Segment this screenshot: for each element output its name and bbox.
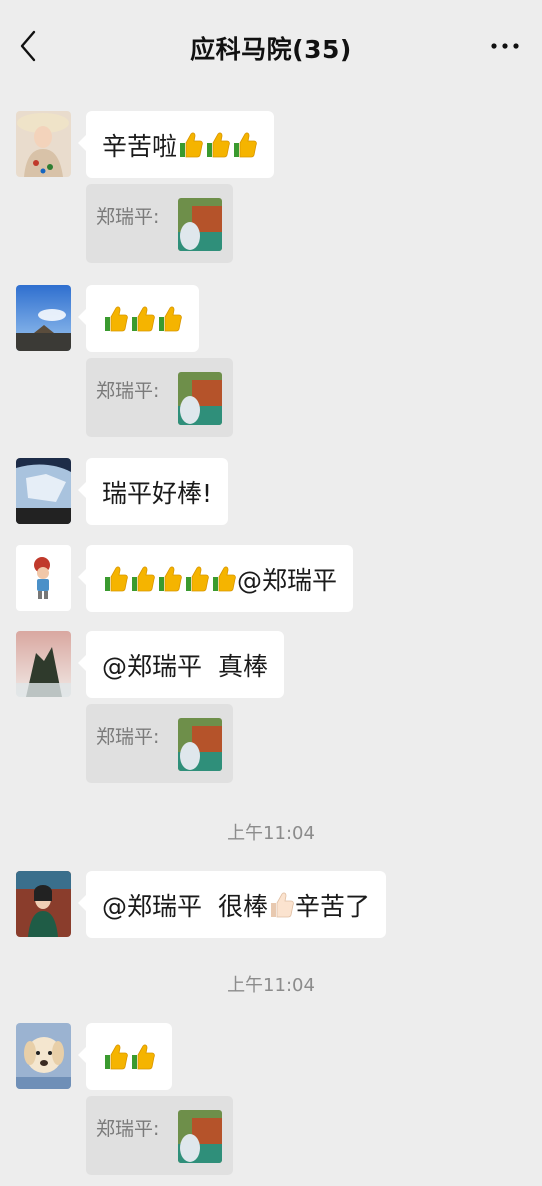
thumbs-up-emoji	[102, 305, 128, 333]
message-text: 瑞平好棒!	[102, 478, 213, 508]
quoted-message[interactable]: 郑瑞平:	[86, 184, 233, 263]
message-bubble[interactable]	[78, 1023, 172, 1090]
thumbs-up-emoji	[210, 565, 236, 593]
message-bubble[interactable]: 辛苦啦	[77, 111, 275, 178]
quoted-message[interactable]: 郑瑞平:	[86, 1096, 233, 1175]
thumbs-up-emoji	[204, 131, 230, 159]
quote-image-thumbnail[interactable]	[178, 198, 222, 251]
avatar[interactable]	[16, 458, 71, 524]
avatar[interactable]	[16, 1023, 71, 1089]
message-text: 真棒	[218, 651, 269, 681]
avatar[interactable]	[16, 631, 71, 697]
message-bubble[interactable]: 瑞平好棒!	[77, 458, 229, 525]
quoted-message[interactable]: 郑瑞平:	[86, 704, 233, 783]
avatar[interactable]	[16, 111, 71, 177]
mention-text[interactable]: @郑瑞平	[102, 887, 202, 923]
thumbs-up-light-emoji	[268, 891, 294, 919]
thumbs-up-emoji	[183, 565, 209, 593]
message-text: 辛苦啦	[102, 131, 178, 161]
avatar[interactable]	[16, 871, 71, 937]
thumbs-up-emoji	[129, 1043, 155, 1071]
message-bubble[interactable]: @郑瑞平 很棒 辛苦了	[77, 871, 387, 938]
quote-image-thumbnail[interactable]	[178, 372, 222, 425]
thumbs-up-emoji	[231, 131, 257, 159]
thumbs-up-emoji	[156, 305, 182, 333]
quote-sender: 郑瑞平:	[96, 380, 160, 402]
message-bubble[interactable]: @郑瑞平	[77, 545, 354, 612]
thumbs-up-emoji	[102, 565, 128, 593]
message-text: 很棒	[218, 891, 269, 921]
timestamp: 上午11:04	[227, 823, 315, 844]
thumbs-up-emoji	[177, 131, 203, 159]
mention-text[interactable]: @郑瑞平	[102, 647, 202, 683]
quote-image-thumbnail[interactable]	[178, 1110, 222, 1163]
message-text: 辛苦了	[295, 891, 371, 921]
top-bar: 应科马院(35)	[0, 0, 542, 92]
more-dots-icon[interactable]	[490, 36, 520, 56]
quote-sender: 郑瑞平:	[96, 1118, 160, 1140]
thumbs-up-emoji	[129, 305, 155, 333]
message-bubble[interactable]: @郑瑞平 真棒	[77, 631, 285, 698]
timestamp: 上午11:04	[227, 975, 315, 996]
chat-title: 应科马院(35)	[190, 35, 352, 64]
avatar[interactable]	[16, 285, 71, 351]
avatar[interactable]	[16, 545, 71, 611]
quoted-message[interactable]: 郑瑞平:	[86, 358, 233, 437]
thumbs-up-emoji	[156, 565, 182, 593]
quote-sender: 郑瑞平:	[96, 206, 160, 228]
message-bubble[interactable]	[78, 285, 199, 352]
mention-text[interactable]: @郑瑞平	[237, 561, 337, 597]
quote-sender: 郑瑞平:	[96, 726, 160, 748]
quote-image-thumbnail[interactable]	[178, 718, 222, 771]
thumbs-up-emoji	[129, 565, 155, 593]
thumbs-up-emoji	[102, 1043, 128, 1071]
